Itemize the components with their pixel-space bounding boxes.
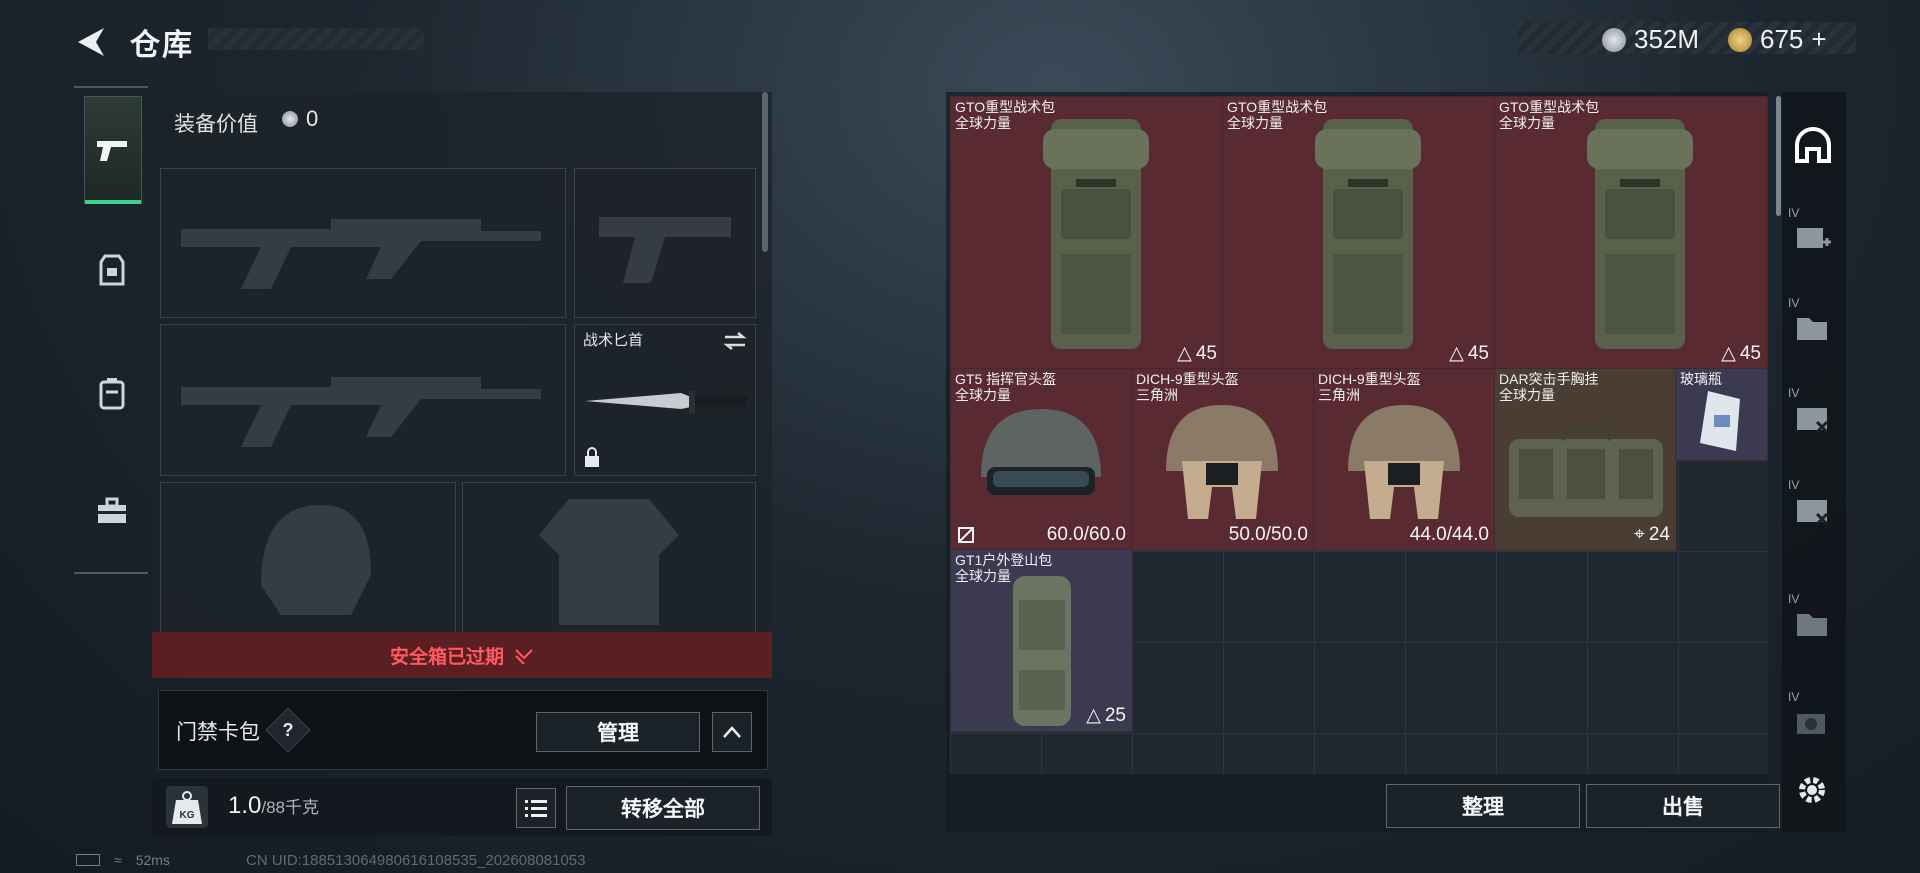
card-pack-label: 门禁卡包 — [176, 721, 260, 744]
gold-currency[interactable]: 675 + — [1728, 24, 1827, 55]
svg-text:KG: KG — [180, 810, 195, 821]
folder-check-icon — [1797, 614, 1827, 636]
sidebar-tab-weapons[interactable] — [84, 96, 142, 204]
sidebar-tab-tools[interactable] — [84, 458, 140, 564]
sidebar-divider — [74, 86, 148, 88]
sidebar-divider — [74, 572, 148, 574]
status-bar: ≈ 52ms — [76, 852, 170, 868]
knife-label: 战术匕首 — [583, 332, 644, 349]
silver-currency[interactable]: 352M — [1602, 24, 1699, 55]
armor-slot[interactable] — [462, 482, 756, 634]
equipment-value-label: 装备价值 — [174, 113, 258, 136]
weight-readout: 1.0/88千克 — [228, 792, 320, 819]
inventory-grid: GTO重型战术包 全球力量 △ 45 GTO重型战术包 全球力量 △ 45 GTO重型战… — [950, 96, 1768, 774]
weight-icon: △ — [1177, 343, 1192, 364]
page-title: 仓库 — [130, 29, 194, 62]
inventory-item-gt1-backpack[interactable]: GT1户外登山包 全球力量 △ 25 — [950, 549, 1133, 732]
swap-icon[interactable] — [723, 331, 747, 351]
backpack-image — [1587, 119, 1693, 349]
filter-folder-check[interactable]: IV — [1784, 582, 1842, 664]
capacity-icon: ⌖ — [1634, 524, 1645, 545]
inventory-item-gto-backpack[interactable]: GTO重型战术包 全球力量 △ 45 — [1222, 96, 1496, 370]
sell-button[interactable]: 出售 — [1586, 784, 1780, 828]
add-gold-button[interactable]: + — [1811, 24, 1826, 55]
battery-icon — [76, 854, 100, 866]
filter-camera[interactable]: IV — [1784, 680, 1842, 762]
bottle-image — [1700, 391, 1740, 451]
toolbox-icon — [98, 497, 126, 523]
inventory-item-glass-bottle[interactable]: 玻璃瓶 — [1675, 368, 1768, 461]
inventory-item-gt5-helmet[interactable]: GT5 指挥官头盔 全球力量 60.0/60.0 — [950, 368, 1133, 551]
inventory-item-dich9-helmet[interactable]: DICH-9重型头盔 三角洲 50.0/50.0 — [1131, 368, 1315, 551]
backpack-icon — [99, 378, 125, 410]
primary-weapon-slot[interactable] — [160, 168, 566, 318]
weight-icon: KG — [166, 786, 208, 828]
weight-icon: △ — [1449, 343, 1464, 364]
folder-icon — [1797, 318, 1827, 340]
armor-rig-icon — [99, 254, 125, 286]
pistol-icon — [97, 141, 127, 161]
silver-coin-icon — [1602, 27, 1626, 52]
helmet-silhouette-icon — [261, 505, 371, 615]
inventory-item-gto-backpack[interactable]: GTO重型战术包 全球力量 △ 45 — [950, 96, 1224, 370]
inventory-item-dar-chest-rig[interactable]: DAR突击手胸挂 全球力量 ⌖ 24 — [1494, 368, 1677, 551]
rifle-silhouette-icon — [181, 219, 541, 289]
sidebar-tab-backpack[interactable] — [84, 340, 140, 446]
grid-scrollbar[interactable] — [1776, 96, 1781, 216]
back-arrow-icon — [78, 28, 104, 56]
primary-weapon-slot-2[interactable] — [160, 324, 566, 476]
weight-icon: △ — [1721, 343, 1736, 364]
user-uid: CN UID:188513064980616108535_20260808105… — [246, 852, 586, 869]
melee-slot[interactable]: 战术匕首 — [574, 324, 756, 476]
backpack-image — [1043, 119, 1149, 349]
chest-rig-image — [1509, 424, 1663, 517]
inventory-item-dich9-helmet[interactable]: DICH-9重型头盔 三角洲 44.0/44.0 — [1313, 368, 1496, 551]
collapse-button[interactable] — [712, 712, 752, 752]
inventory-item-gto-backpack[interactable]: GTO重型战术包 全球力量 △ 45 — [1494, 96, 1768, 370]
transfer-all-button[interactable]: 转移全部 — [566, 786, 760, 830]
silver-coin-icon — [282, 111, 298, 127]
home-base-icon — [1795, 127, 1831, 163]
filter-cases-2[interactable]: IV — [1784, 468, 1842, 550]
helmet-image — [1166, 405, 1278, 519]
rifle-silhouette-icon — [181, 377, 541, 447]
settings-gear-button[interactable] — [1794, 772, 1830, 808]
helmet-image — [1348, 405, 1460, 519]
wifi-icon: ≈ — [114, 852, 122, 868]
secondary-weapon-slot[interactable] — [574, 168, 756, 318]
title-decoration — [208, 28, 424, 50]
filter-medical[interactable]: IV — [1784, 196, 1842, 278]
filter-cases[interactable]: IV — [1784, 376, 1842, 458]
scrollbar[interactable] — [762, 92, 768, 252]
backpack-image — [1013, 576, 1071, 726]
back-button[interactable] — [74, 24, 114, 60]
case-cross-icon — [1797, 500, 1829, 526]
list-icon — [525, 800, 547, 817]
case-cross-icon — [1797, 408, 1829, 434]
broken-armor-icon — [958, 527, 974, 543]
sidebar-tab-armor[interactable] — [84, 218, 140, 324]
vest-silhouette-icon — [539, 499, 679, 625]
safe-box-expired-banner[interactable]: 安全箱已过期 — [152, 632, 772, 678]
list-view-button[interactable] — [516, 788, 556, 828]
helmet-image — [981, 409, 1101, 495]
lock-icon — [585, 447, 599, 467]
chevron-up-icon — [723, 726, 741, 738]
manage-button[interactable]: 管理 — [536, 712, 700, 752]
backpack-image — [1315, 119, 1421, 349]
sort-button[interactable]: 整理 — [1386, 784, 1580, 828]
pistol-silhouette-icon — [599, 217, 731, 283]
gold-coin-icon — [1728, 27, 1752, 52]
gear-icon — [1799, 777, 1825, 803]
equipment-value: 0 — [282, 106, 318, 132]
helmet-slot[interactable] — [160, 482, 456, 634]
tactical-knife-icon — [585, 391, 747, 413]
chevron-down-icon — [515, 649, 533, 664]
filter-all-warehouse[interactable] — [1784, 104, 1842, 186]
weight-icon: △ — [1086, 705, 1101, 726]
medkit-add-icon — [1797, 228, 1831, 248]
camera-add-icon — [1797, 714, 1825, 734]
currency-bar: 352M 675 + — [1518, 22, 1856, 54]
filter-containers[interactable]: IV — [1784, 286, 1842, 368]
